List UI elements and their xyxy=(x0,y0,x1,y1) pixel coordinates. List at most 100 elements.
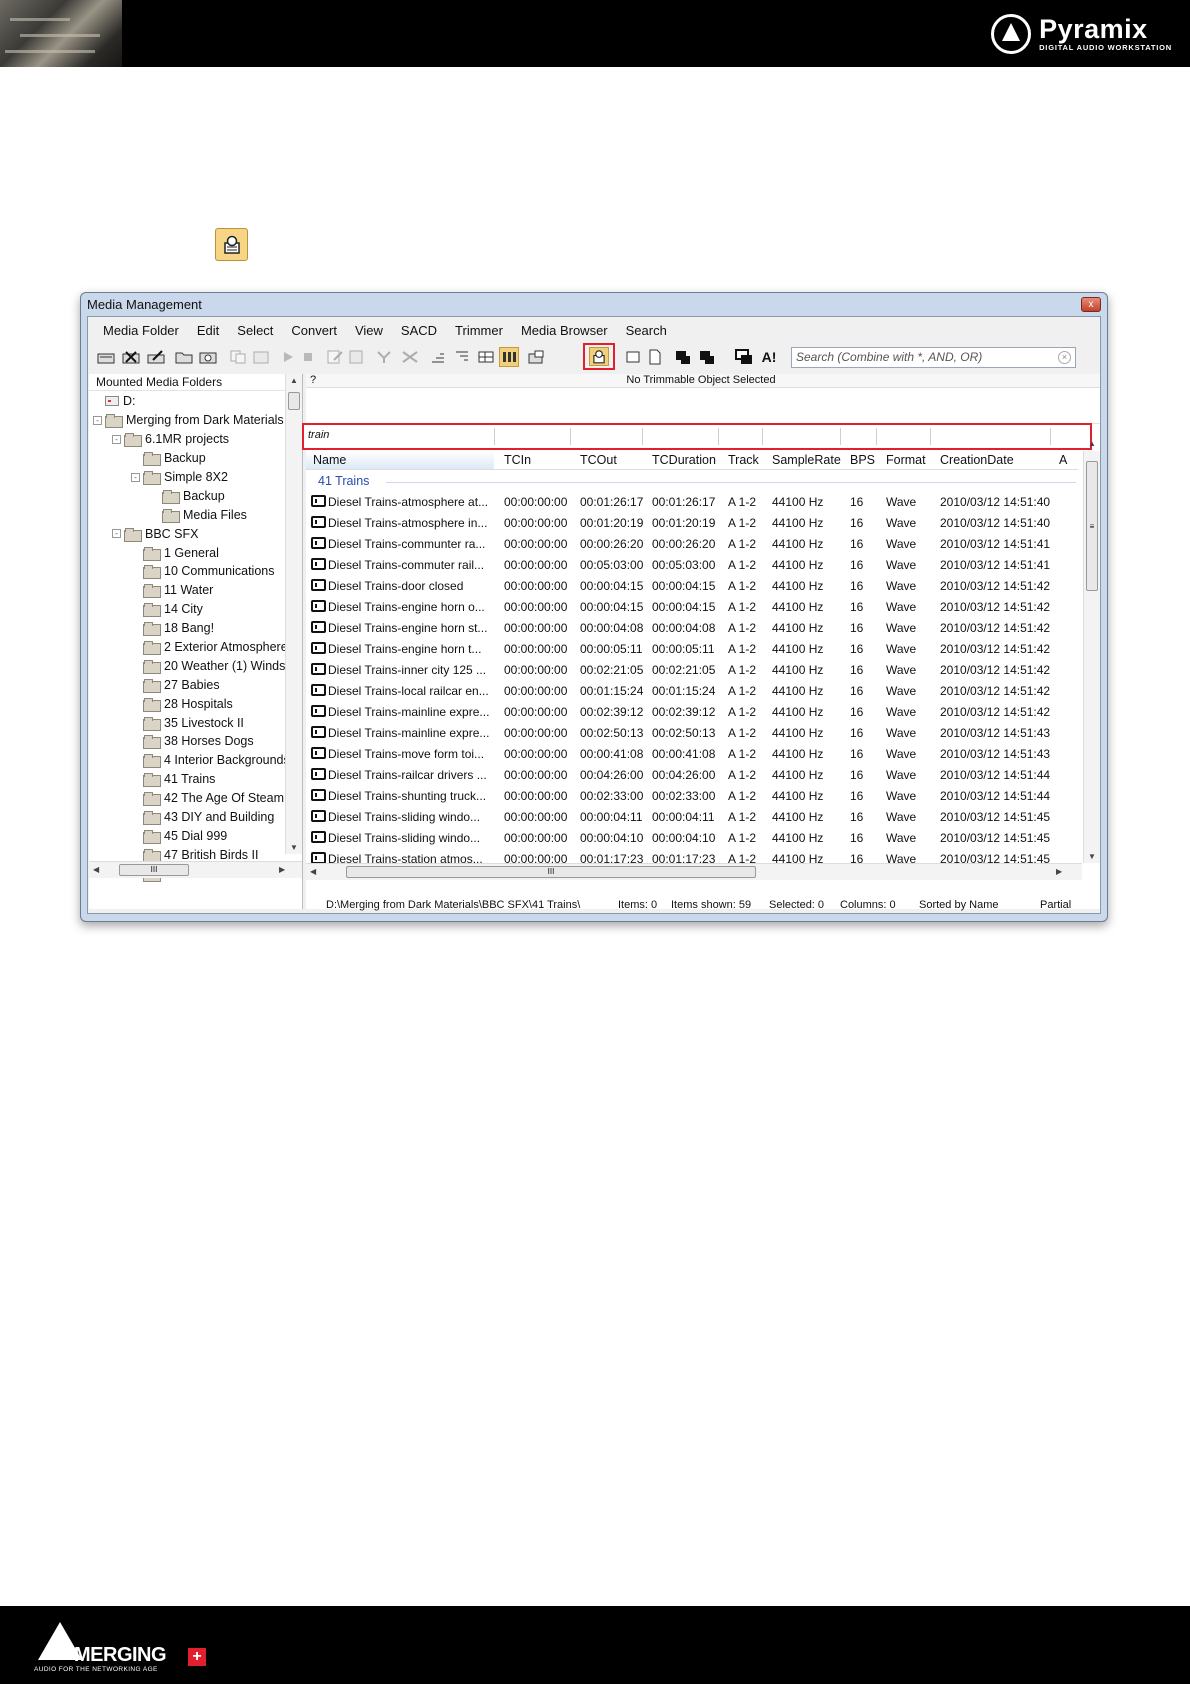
list-scroll-down-icon[interactable]: ▼ xyxy=(1088,852,1096,861)
menu-view[interactable]: View xyxy=(346,323,392,338)
window-swap-icon[interactable] xyxy=(734,347,754,367)
tree-item[interactable]: 11 Water xyxy=(89,581,285,600)
tree-item[interactable]: 14 City xyxy=(89,600,285,619)
tree-expander-icon[interactable]: - xyxy=(93,415,102,425)
table-row[interactable]: Diesel Trains-inner city 125 ... 00:00:00… xyxy=(306,659,1078,680)
columns-view-icon[interactable] xyxy=(499,347,519,367)
tree-item[interactable]: 27 Babies xyxy=(89,675,285,694)
tree-item[interactable]: 4 Interior Backgrounds xyxy=(89,751,290,770)
column-tcout[interactable]: TCOut xyxy=(580,453,617,467)
tree-item[interactable]: 45 Dial 999 xyxy=(89,826,285,845)
search-media-button[interactable] xyxy=(583,343,615,370)
play-icon[interactable] xyxy=(278,347,298,367)
scroll-right-icon[interactable]: ▶ xyxy=(279,865,285,874)
tree-vertical-scrollbar[interactable]: ▲ ▼ xyxy=(285,374,302,854)
copy-icon[interactable] xyxy=(228,347,248,367)
delete-folder-icon[interactable] xyxy=(121,347,141,367)
tree-item[interactable]: - Merging from Dark Materials xyxy=(89,411,285,430)
table-row[interactable]: Diesel Trains-mainline expre... 00:00:00:… xyxy=(306,701,1078,722)
paste-icon[interactable] xyxy=(251,347,271,367)
column-track[interactable]: Track xyxy=(728,453,759,467)
menu-select[interactable]: Select xyxy=(228,323,282,338)
tree-expander-icon[interactable]: - xyxy=(131,472,140,482)
tree-item[interactable]: 10 Communications xyxy=(89,562,285,581)
column-tcin[interactable]: TCIn xyxy=(504,453,531,467)
stop-icon[interactable] xyxy=(298,347,318,367)
window-titlebar[interactable]: Media Management x xyxy=(81,293,1107,316)
details-view-icon[interactable] xyxy=(476,347,496,367)
table-row[interactable]: Diesel Trains-local railcar en... 00:00:0… xyxy=(306,680,1078,701)
tree-item[interactable]: 41 Trains xyxy=(89,770,285,789)
table-row[interactable]: Diesel Trains-commuter rail... 00:00:00:0… xyxy=(306,554,1078,575)
film-alt-icon[interactable] xyxy=(697,347,717,367)
table-row[interactable]: Diesel Trains-shunting truck... 00:00:00:… xyxy=(306,785,1078,806)
table-row[interactable]: Diesel Trains-sliding windo... 00:00:00:0… xyxy=(306,806,1078,827)
menu-sacd[interactable]: SACD xyxy=(392,323,446,338)
table-row[interactable]: Diesel Trains-railcar drivers ... 00:00:0… xyxy=(306,764,1078,785)
sort-ascending-icon[interactable] xyxy=(428,347,448,367)
tree-item[interactable]: Backup xyxy=(89,486,285,505)
menu-media-folder[interactable]: Media Folder xyxy=(94,323,188,338)
tree-item[interactable]: D: xyxy=(89,392,285,411)
tree-expander-icon[interactable]: - xyxy=(112,529,121,539)
menu-search[interactable]: Search xyxy=(617,323,676,338)
tree-item[interactable]: Media Files xyxy=(89,505,285,524)
new-folder-icon[interactable] xyxy=(96,347,116,367)
split-icon[interactable] xyxy=(400,347,420,367)
table-row[interactable]: Diesel Trains-engine horn o... 00:00:00:0… xyxy=(306,596,1078,617)
table-row[interactable]: Diesel Trains-atmosphere at... 00:00:00:0… xyxy=(306,491,1078,512)
table-row[interactable]: Diesel Trains-engine horn t... 00:00:00:0… xyxy=(306,638,1078,659)
window-icon[interactable] xyxy=(623,347,643,367)
tree-item[interactable]: 42 The Age Of Steam xyxy=(89,789,285,808)
film-icon[interactable] xyxy=(673,347,693,367)
column-filter-row[interactable]: train xyxy=(302,423,1092,450)
tree-item[interactable]: 1 General xyxy=(89,543,285,562)
column-format[interactable]: Format xyxy=(886,453,926,467)
list-hscroll-thumb[interactable]: III xyxy=(346,866,756,878)
tree-item[interactable]: 43 DIY and Building xyxy=(89,808,285,827)
table-row[interactable]: Diesel Trains-communter ra... 00:00:00:00… xyxy=(306,533,1078,554)
name-filter-input[interactable]: train xyxy=(308,429,329,441)
merge-icon[interactable] xyxy=(374,347,394,367)
scroll-up-icon[interactable]: ▲ xyxy=(290,376,298,385)
list-scroll-right-icon[interactable]: ▶ xyxy=(1056,867,1062,876)
tree-horizontal-scrollbar[interactable]: ◀ III ▶ xyxy=(89,861,302,878)
tree-hscroll-thumb[interactable]: III xyxy=(119,864,189,876)
sort-descending-icon[interactable] xyxy=(452,347,472,367)
table-row[interactable]: Diesel Trains-door closed 00:00:00:00 00:0… xyxy=(306,575,1078,596)
column-samplerate[interactable]: SampleRate xyxy=(772,453,841,467)
camera-folder-icon[interactable] xyxy=(198,347,218,367)
edit-document-icon[interactable] xyxy=(325,347,345,367)
list-scroll-thumb[interactable]: ≡ xyxy=(1086,461,1098,591)
table-row[interactable]: Diesel Trains-move form toi... 00:00:00:0… xyxy=(306,743,1078,764)
search-input[interactable]: Search (Combine with *, AND, OR) × xyxy=(791,347,1076,368)
column-bps[interactable]: BPS xyxy=(850,453,875,467)
table-row[interactable]: Diesel Trains-mainline expre... 00:00:00:… xyxy=(306,722,1078,743)
clear-search-icon[interactable]: × xyxy=(1058,351,1071,364)
table-row[interactable]: Diesel Trains-sliding windo... 00:00:00:0… xyxy=(306,827,1078,848)
tree-item[interactable]: - 6.1MR projects xyxy=(89,430,285,449)
tree-scroll-thumb[interactable] xyxy=(288,392,300,410)
list-scroll-left-icon[interactable]: ◀ xyxy=(310,867,316,876)
column-tcduration[interactable]: TCDuration xyxy=(652,453,716,467)
table-row[interactable]: Diesel Trains-atmosphere in... 00:00:00:0… xyxy=(306,512,1078,533)
menu-trimmer[interactable]: Trimmer xyxy=(446,323,512,338)
tree-item[interactable]: 2 Exterior Atmosphere xyxy=(89,638,288,657)
table-row[interactable]: Diesel Trains-engine horn st... 00:00:00:… xyxy=(306,617,1078,638)
column-name[interactable]: Name xyxy=(306,451,494,469)
tree-item[interactable]: 18 Bang! xyxy=(89,619,285,638)
window-close-button[interactable]: x xyxy=(1081,297,1101,312)
edit-folder-icon[interactable] xyxy=(146,347,166,367)
open-folder-icon[interactable] xyxy=(174,347,194,367)
tree-item[interactable]: 38 Horses Dogs xyxy=(89,732,285,751)
tree-item[interactable]: 20 Weather (1) Winds xyxy=(89,656,285,675)
scroll-down-icon[interactable]: ▼ xyxy=(290,843,298,852)
list-horizontal-scrollbar[interactable]: ◀ III ▶ xyxy=(306,863,1082,880)
menu-convert[interactable]: Convert xyxy=(282,323,346,338)
list-vertical-scrollbar[interactable]: ▲ ≡ ▼ xyxy=(1083,439,1100,863)
column-creationdate[interactable]: CreationDate xyxy=(940,453,1014,467)
properties-icon[interactable] xyxy=(526,347,546,367)
list-scroll-up-icon[interactable]: ▲ xyxy=(1088,439,1096,448)
tree-item[interactable]: - BBC SFX xyxy=(89,524,285,543)
clipboard-icon[interactable] xyxy=(346,347,366,367)
